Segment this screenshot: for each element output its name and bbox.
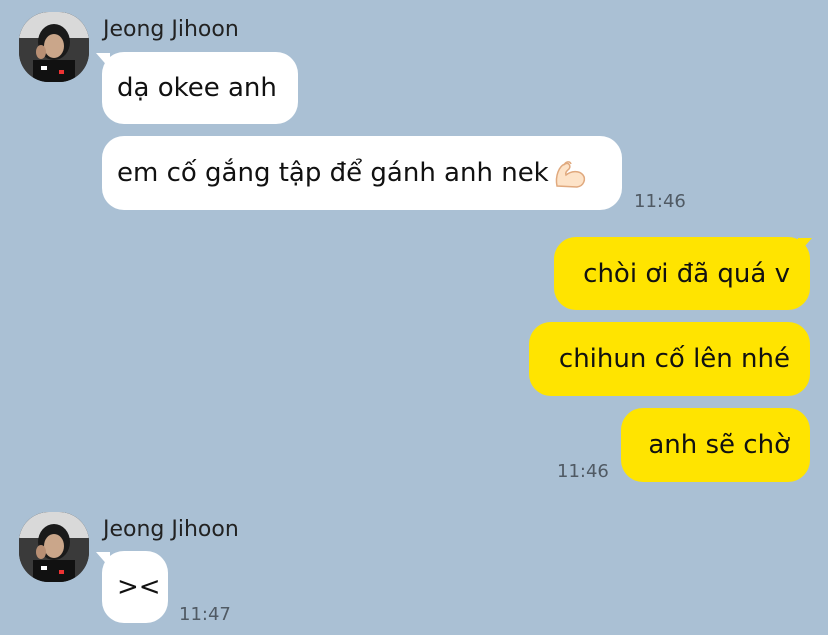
avatar-photo-icon (19, 512, 89, 582)
message-text: dạ okee anh (117, 73, 277, 103)
avatar-photo-icon (19, 12, 89, 82)
outgoing-message-bubble[interactable]: chòi ơi đã quá v (554, 237, 810, 310)
message-timestamp: 11:46 (634, 191, 686, 212)
outgoing-message-bubble[interactable]: anh sẽ chờ (621, 408, 810, 482)
message-text: >< (117, 572, 161, 602)
sender-name: Jeong Jihoon (103, 517, 239, 542)
incoming-message-bubble[interactable]: dạ okee anh (102, 52, 298, 124)
message-text: chihun cố lên nhé (558, 344, 790, 374)
outgoing-message-bubble[interactable]: chihun cố lên nhé (529, 322, 810, 396)
incoming-message-bubble[interactable]: em cố gắng tập để gánh anh nek (102, 136, 622, 210)
message-text: anh sẽ chờ (648, 430, 790, 460)
sender-avatar[interactable] (19, 512, 89, 582)
flexed-biceps-icon (551, 156, 589, 190)
message-timestamp: 11:46 (557, 461, 609, 482)
sender-avatar[interactable] (19, 12, 89, 82)
sender-name: Jeong Jihoon (103, 17, 239, 42)
message-text: em cố gắng tập để gánh anh nek (117, 158, 549, 188)
incoming-message-bubble[interactable]: >< (102, 551, 168, 623)
message-text: chòi ơi đã quá v (583, 258, 790, 289)
message-timestamp: 11:47 (179, 604, 231, 625)
